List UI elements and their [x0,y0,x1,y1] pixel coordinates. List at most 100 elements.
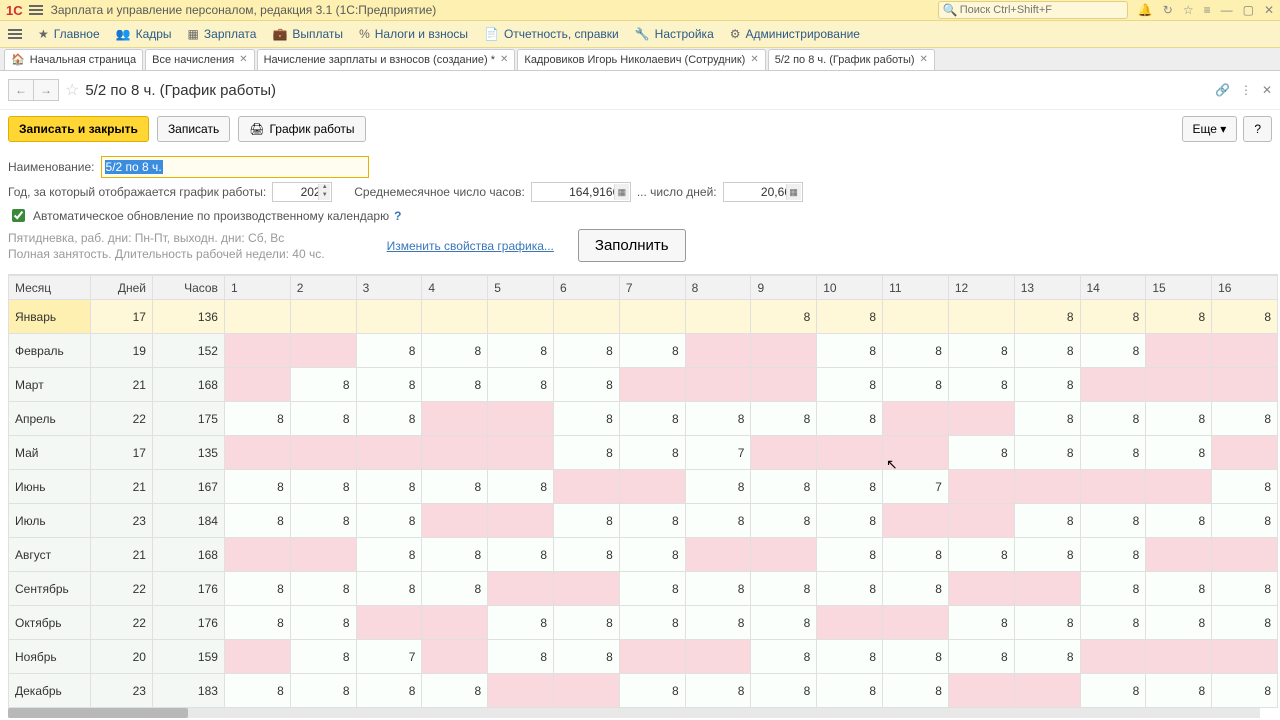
auto-update-checkbox[interactable] [12,209,25,222]
cell-day[interactable] [751,538,817,572]
cell-day[interactable] [422,606,488,640]
cell-day[interactable] [1212,640,1278,674]
cell-day[interactable]: 8 [1014,368,1080,402]
tab-close-icon[interactable]: ✕ [920,54,928,65]
cell-day[interactable]: 8 [290,470,356,504]
cell-day[interactable]: 8 [422,334,488,368]
cell-hours[interactable]: 176 [152,606,224,640]
cell-day[interactable]: 8 [751,402,817,436]
cell-day[interactable] [948,402,1014,436]
cell-day[interactable]: 8 [290,606,356,640]
cell-day[interactable]: 8 [1014,436,1080,470]
cell-day[interactable] [817,436,883,470]
cell-month[interactable]: Май [9,436,91,470]
edit-props-link[interactable]: Изменить свойства графика... [387,239,554,253]
cell-month[interactable]: Октябрь [9,606,91,640]
fill-button[interactable]: Заполнить [578,229,686,262]
avg-hours-field[interactable]: 164,91667▦ [531,182,631,202]
cell-hours[interactable]: 135 [152,436,224,470]
cell-day[interactable]: 8 [356,402,422,436]
menu-0[interactable]: ★Главное [30,24,108,44]
cell-day[interactable]: 8 [619,572,685,606]
cell-hours[interactable]: 167 [152,470,224,504]
cell-day[interactable]: 8 [883,572,949,606]
cell-day[interactable] [422,402,488,436]
cell-day[interactable]: 8 [948,368,1014,402]
th-month[interactable]: Месяц [9,276,91,300]
cell-day[interactable]: 8 [488,470,554,504]
cell-day[interactable]: 8 [1146,436,1212,470]
cell-day[interactable]: 8 [1080,572,1146,606]
th-day-3[interactable]: 3 [356,276,422,300]
cell-day[interactable]: 8 [1080,402,1146,436]
cell-day[interactable] [488,572,554,606]
cell-day[interactable]: 8 [1146,300,1212,334]
cell-day[interactable]: 8 [356,504,422,538]
menu-6[interactable]: 🔧Настройка [627,24,722,44]
cell-day[interactable]: 8 [356,334,422,368]
th-day-10[interactable]: 10 [817,276,883,300]
table-row[interactable]: Июль23184888888888888 [9,504,1278,538]
save-close-button[interactable]: Записать и закрыть [8,116,149,142]
cell-day[interactable]: 8 [1080,674,1146,708]
cell-day[interactable] [554,674,620,708]
cell-day[interactable]: 8 [619,538,685,572]
cell-day[interactable]: 8 [290,402,356,436]
cell-day[interactable]: 8 [1146,606,1212,640]
close-form-icon[interactable]: ✕ [1262,83,1272,97]
cell-day[interactable]: 8 [554,640,620,674]
th-day-11[interactable]: 11 [883,276,949,300]
cell-day[interactable]: 8 [290,504,356,538]
cell-day[interactable]: 8 [685,572,751,606]
tab-close-icon[interactable]: ✕ [239,54,247,65]
cell-days[interactable]: 17 [91,436,153,470]
th-day-1[interactable]: 1 [224,276,290,300]
cell-day[interactable]: 8 [224,572,290,606]
cell-day[interactable]: 8 [488,640,554,674]
tab-2[interactable]: Начисление зарплаты и взносов (создание)… [257,49,516,70]
sections-icon[interactable] [8,29,22,39]
cell-month[interactable]: Август [9,538,91,572]
cell-day[interactable]: 7 [685,436,751,470]
cell-day[interactable] [488,436,554,470]
cell-day[interactable] [1146,640,1212,674]
cell-day[interactable]: 8 [948,640,1014,674]
cell-day[interactable]: 8 [817,368,883,402]
settings-icon[interactable]: ≡ [1204,3,1211,17]
bell-icon[interactable]: 🔔 [1138,3,1153,17]
th-days[interactable]: Дней [91,276,153,300]
table-row[interactable]: Ноябрь20159878888888 [9,640,1278,674]
cell-month[interactable]: Июль [9,504,91,538]
cell-day[interactable] [1080,368,1146,402]
cell-day[interactable] [1080,470,1146,504]
table-row[interactable]: Сентябрь22176888888888888 [9,572,1278,606]
th-day-2[interactable]: 2 [290,276,356,300]
cell-day[interactable]: 8 [422,368,488,402]
cell-day[interactable] [488,402,554,436]
cell-day[interactable]: 8 [1080,334,1146,368]
cell-days[interactable]: 20 [91,640,153,674]
cell-days[interactable]: 17 [91,300,153,334]
menu-2[interactable]: ▦Зарплата [180,24,265,44]
cell-day[interactable]: 8 [356,470,422,504]
menu-5[interactable]: 📄Отчетность, справки [476,24,627,44]
cell-day[interactable]: 8 [224,402,290,436]
cell-day[interactable]: 8 [817,300,883,334]
history-icon[interactable]: ↻ [1163,3,1173,17]
cell-day[interactable]: 8 [817,640,883,674]
cell-hours[interactable]: 136 [152,300,224,334]
cell-day[interactable] [356,300,422,334]
cell-days[interactable]: 22 [91,606,153,640]
cell-hours[interactable]: 184 [152,504,224,538]
maximize-icon[interactable]: ▢ [1243,3,1254,17]
cell-day[interactable] [290,538,356,572]
cell-day[interactable]: 8 [817,674,883,708]
tab-4[interactable]: 5/2 по 8 ч. (График работы)✕ [768,49,935,70]
cell-day[interactable]: 8 [356,674,422,708]
menu-7[interactable]: ⚙Администрирование [722,24,868,44]
cell-day[interactable]: 8 [883,368,949,402]
cell-day[interactable]: 8 [883,674,949,708]
cell-day[interactable]: 8 [619,436,685,470]
table-row[interactable]: Декабрь23183888888888888 [9,674,1278,708]
cell-month[interactable]: Июнь [9,470,91,504]
